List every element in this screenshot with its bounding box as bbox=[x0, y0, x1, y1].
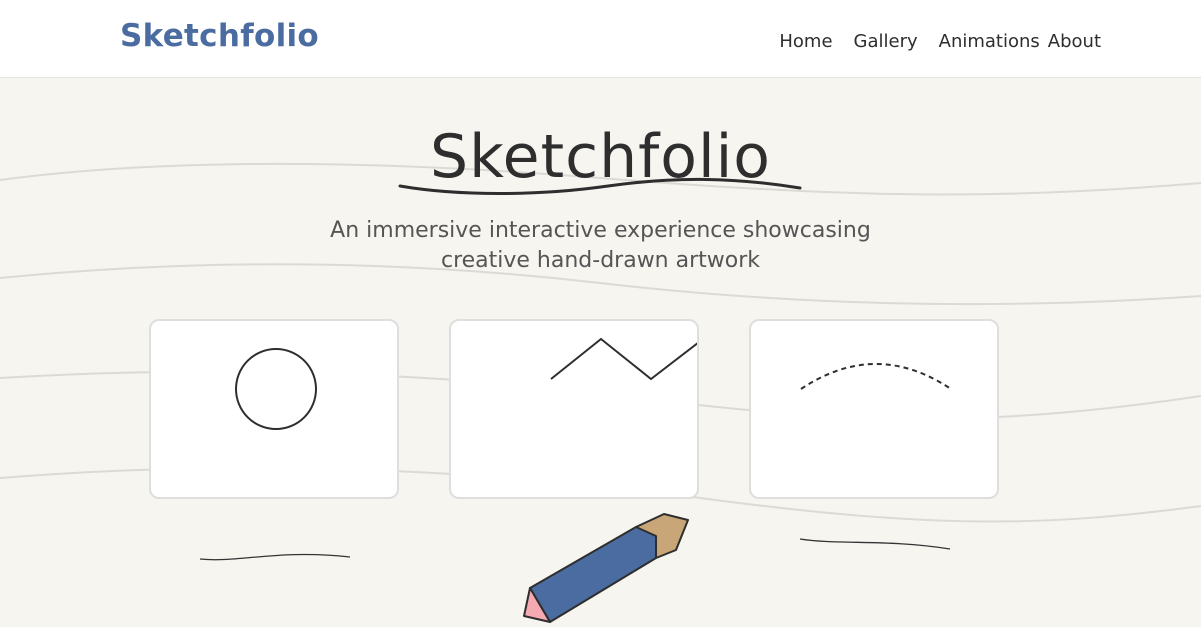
gallery-card-zigzag[interactable] bbox=[449, 319, 699, 499]
site-header: Sketchfolio Home Gallery Animations Abou… bbox=[0, 0, 1201, 78]
brand-logo[interactable]: Sketchfolio bbox=[120, 18, 319, 54]
title-underline-icon bbox=[398, 177, 802, 195]
nav-gallery-link[interactable]: Gallery bbox=[854, 31, 918, 52]
squiggle-left-icon bbox=[199, 553, 351, 561]
page: Sketchfolio Home Gallery Animations Abou… bbox=[0, 0, 1201, 627]
gallery-card-circle[interactable] bbox=[149, 319, 399, 499]
hero-subtitle: An immersive interactive experience show… bbox=[0, 216, 1201, 276]
circle-sketch-icon bbox=[235, 348, 317, 430]
nav-animations-link[interactable]: Animations bbox=[939, 31, 1040, 52]
nav-about-link[interactable]: About bbox=[1048, 31, 1101, 52]
main-nav: Home Gallery Animations About bbox=[779, 31, 1101, 52]
hero-subtitle-line-1: An immersive interactive experience show… bbox=[330, 218, 871, 243]
nav-home-link[interactable]: Home bbox=[779, 31, 832, 52]
pencil-icon[interactable] bbox=[518, 510, 694, 627]
zigzag-sketch-icon bbox=[550, 337, 697, 381]
dashed-arc-sketch-icon bbox=[800, 363, 952, 390]
squiggle-right-icon bbox=[799, 538, 951, 550]
gallery-card-dashed-arc[interactable] bbox=[749, 319, 999, 499]
hero-subtitle-line-2: creative hand-drawn artwork bbox=[440, 248, 761, 273]
